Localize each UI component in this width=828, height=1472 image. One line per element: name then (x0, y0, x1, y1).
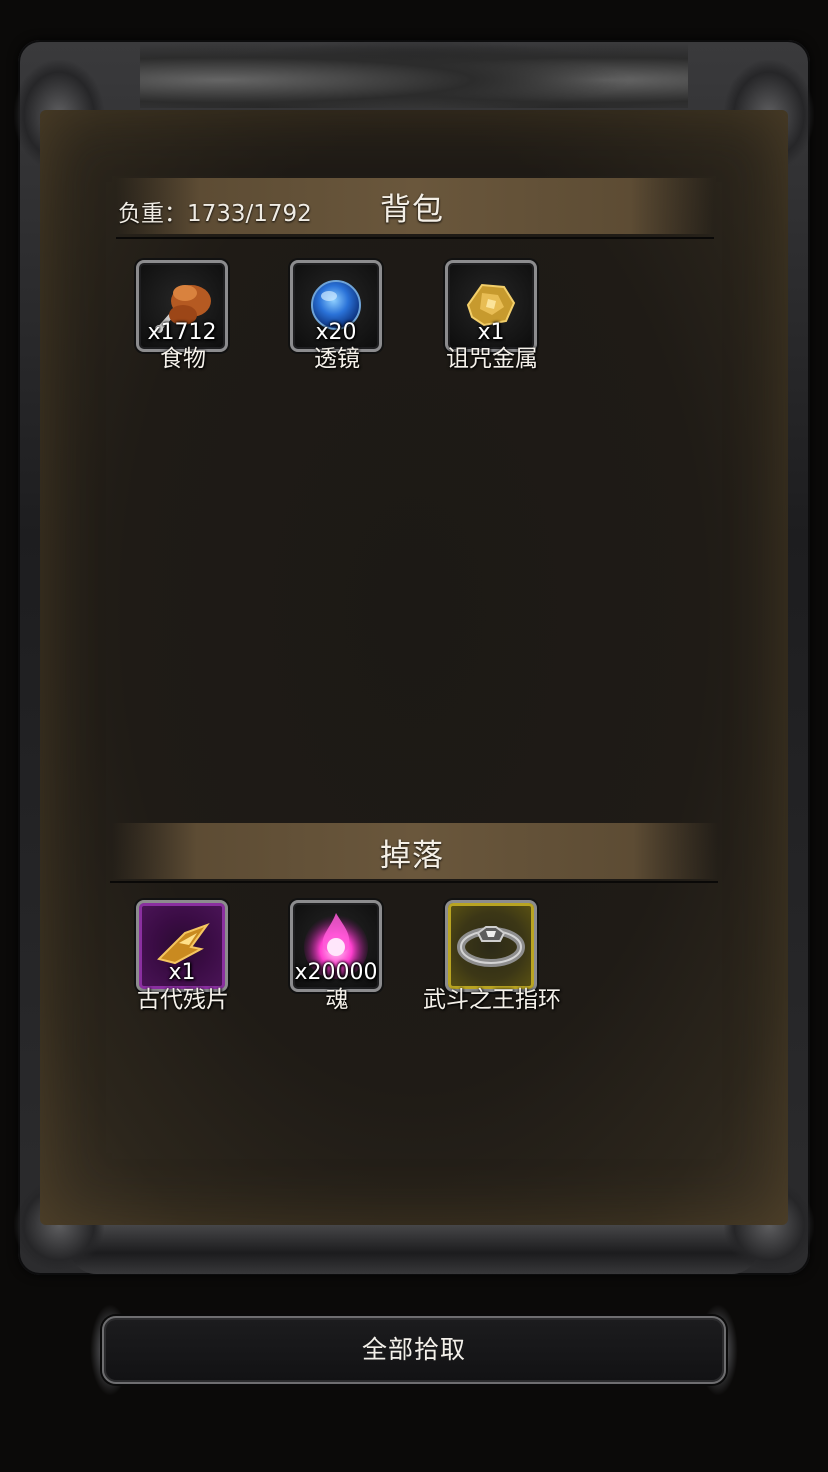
item-name: 透镜 (314, 346, 360, 372)
item-name: 诅咒金属 (446, 346, 538, 372)
item-name: 武斗之王指环 (423, 987, 561, 1013)
item-name: 魂 (325, 987, 349, 1013)
item-name: 古代残片 (137, 987, 229, 1013)
ring-icon (457, 926, 525, 967)
drop-item-ring[interactable] (445, 900, 537, 992)
item-quantity: x20000 (294, 960, 378, 985)
frame-crest-ornament (140, 38, 688, 108)
drop-item-ancient-fragment[interactable]: x1 (136, 900, 228, 992)
pick-all-button[interactable]: 全部拾取 (102, 1316, 726, 1384)
bag-item-food[interactable]: x1712 (136, 260, 228, 352)
drops-divider (110, 881, 718, 883)
drop-item-soul[interactable]: x20000 (290, 900, 382, 992)
bag-item-cursed-metal[interactable]: x1 (445, 260, 537, 352)
item-quantity: x1 (168, 960, 196, 985)
bag-divider (116, 237, 714, 239)
bag-title: 背包 (380, 192, 444, 228)
item-name: 食物 (160, 346, 206, 372)
bag-item-lens[interactable]: x20 (290, 260, 382, 352)
drops-title: 掉落 (380, 838, 444, 874)
weight-label: 负重：1733/1792 (118, 201, 312, 227)
frame-bottom-ornament (70, 1222, 758, 1274)
